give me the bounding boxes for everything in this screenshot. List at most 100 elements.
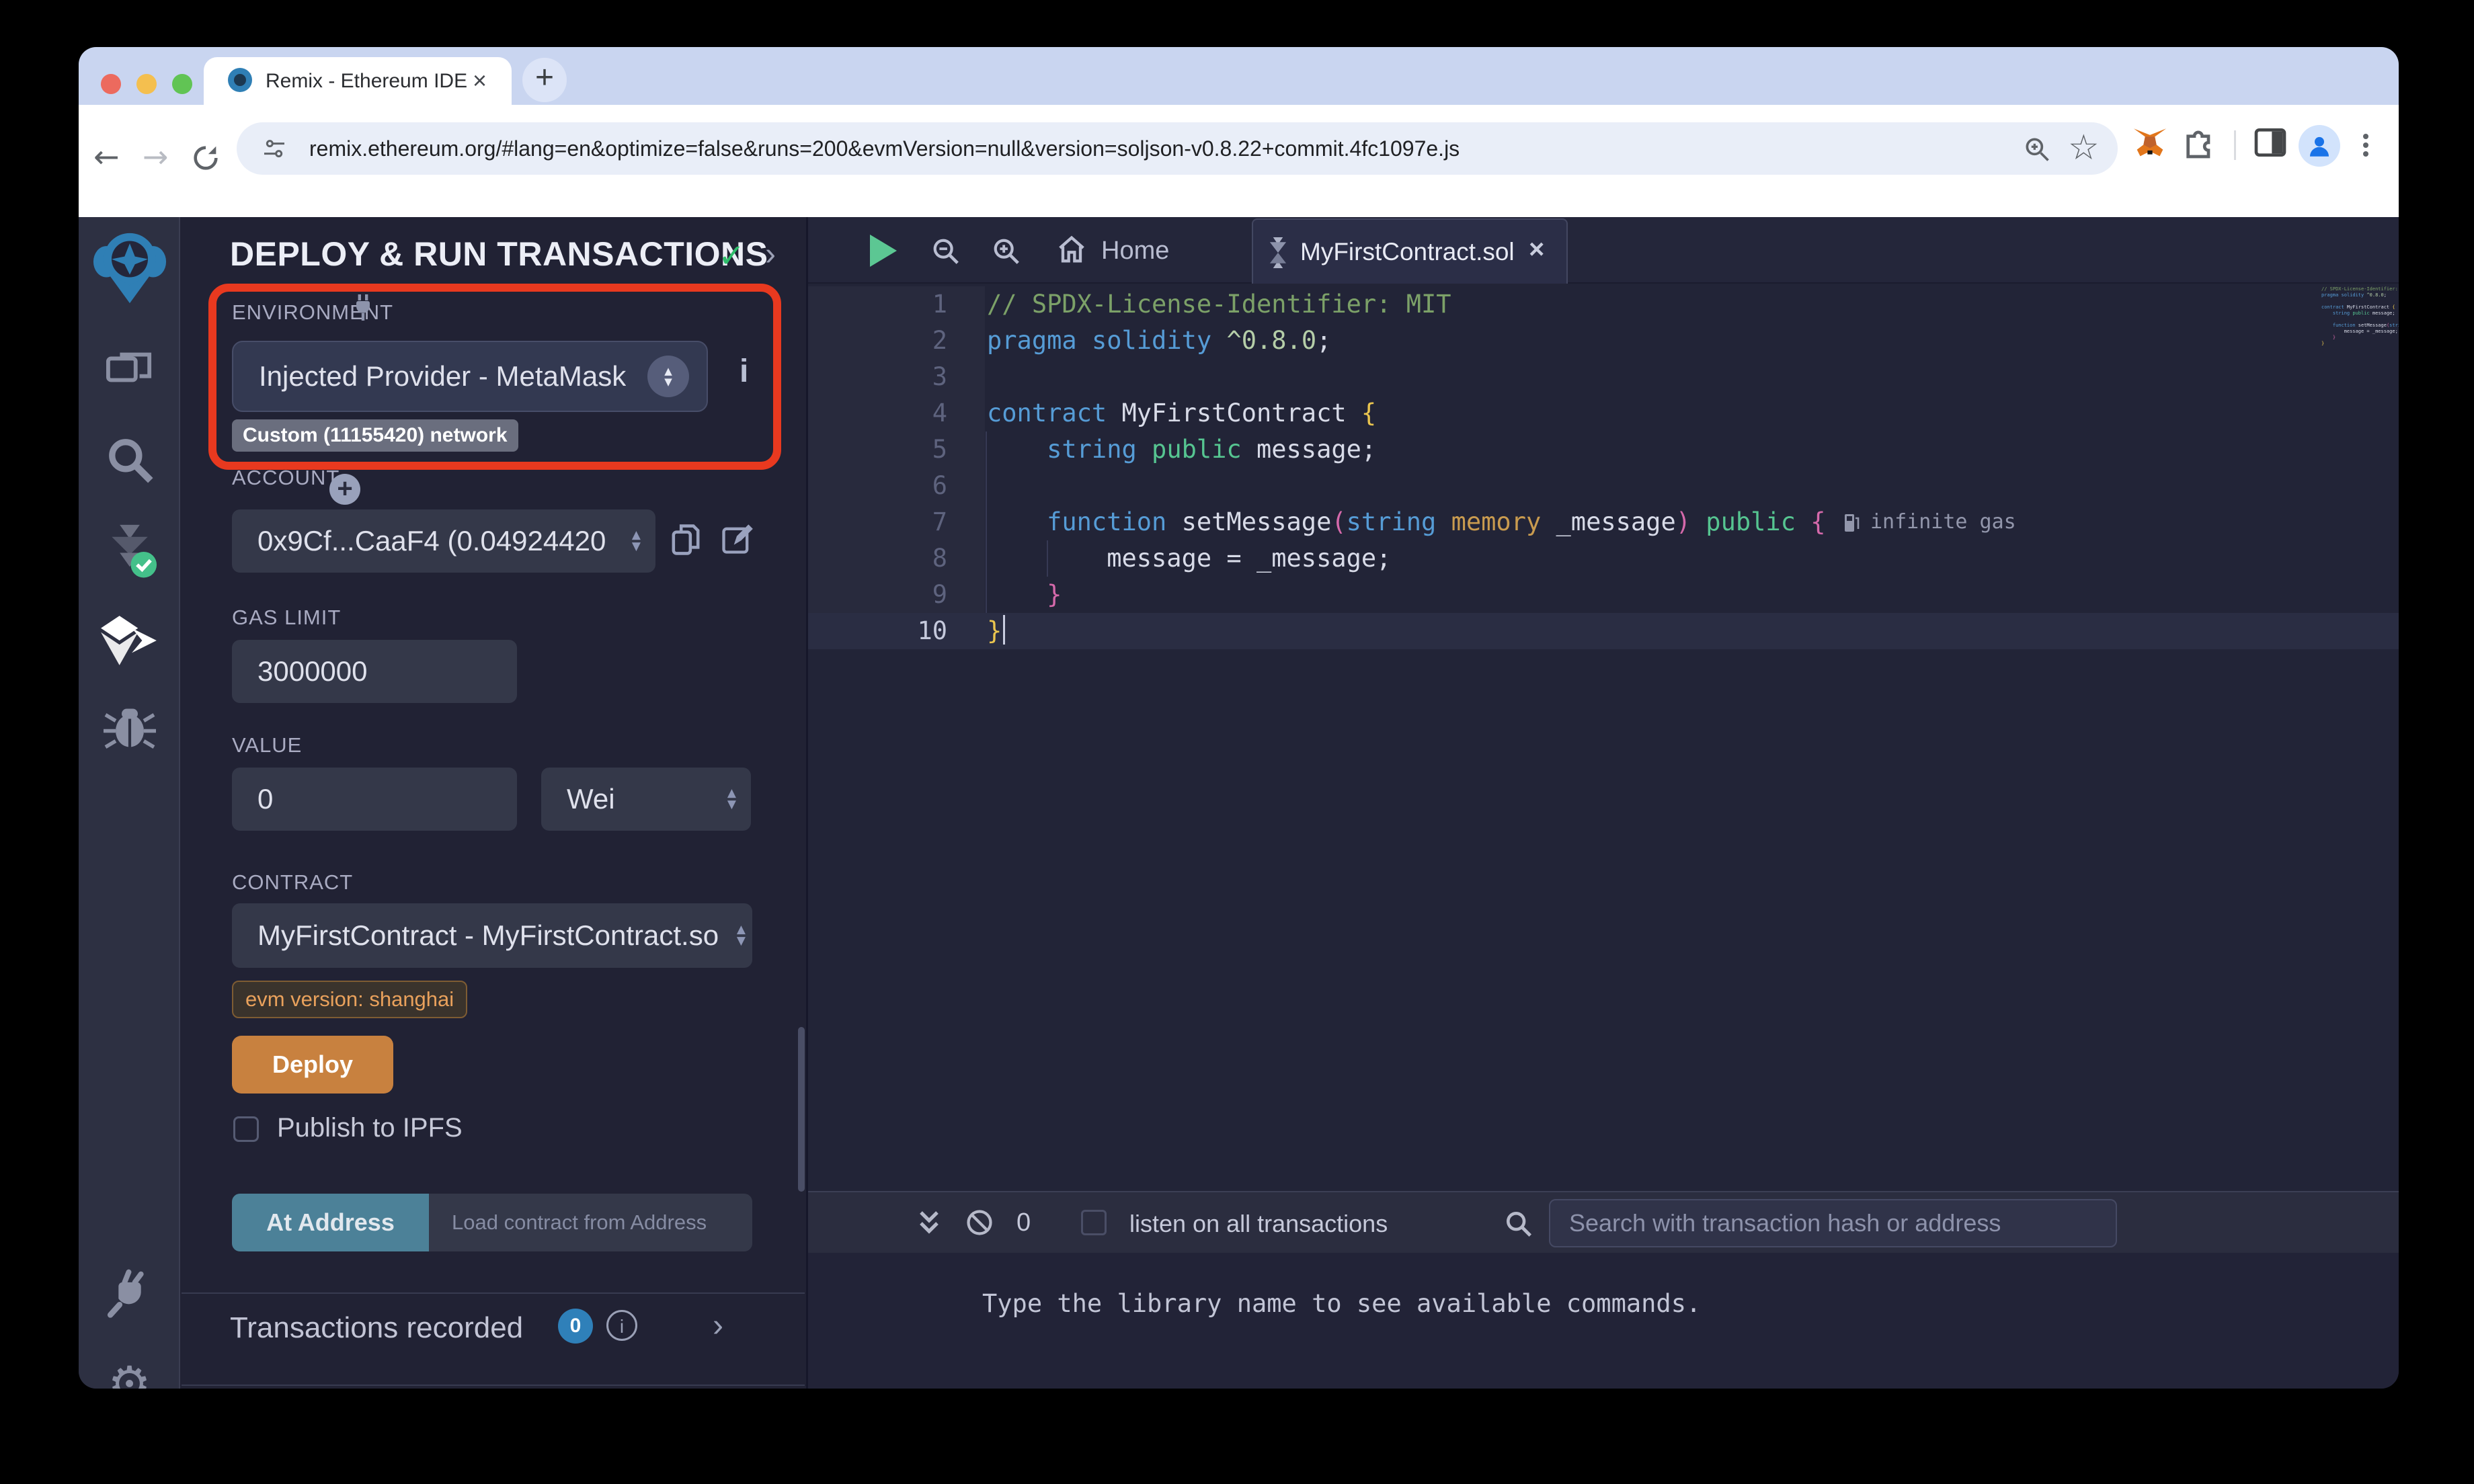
metamask-extension-icon[interactable] [2130,124,2169,163]
contract-select[interactable]: MyFirstContract - MyFirstContract.so ▲▼ [232,903,752,968]
line-number: 3 [808,359,985,395]
environment-spinner-icon[interactable]: ▲▼ [647,356,689,397]
file-explorer-icon[interactable] [79,345,180,392]
value-unit-select[interactable]: Wei ▲▼ [541,768,751,831]
code-line[interactable]: 9 } [808,577,2399,613]
tab-file[interactable]: MyFirstContract.sol × [1252,218,1568,284]
settings-gear-icon[interactable]: ⚙ [79,1356,180,1389]
solidity-compiler-icon[interactable] [79,521,180,579]
transactions-expand-icon[interactable]: › [713,1307,723,1344]
tab-close-icon[interactable]: × [473,67,487,95]
profile-avatar[interactable] [2299,125,2340,167]
code-line[interactable]: 2pragma solidity ^0.8.0; [808,323,2399,359]
zoom-out-icon[interactable] [930,236,961,267]
indent-guide [986,431,987,613]
environment-select[interactable]: Injected Provider - MetaMask ▲▼ [232,341,708,412]
line-number: 7 [808,504,985,540]
clear-console-icon[interactable] [964,1207,995,1238]
chrome-menu-icon[interactable] [2363,130,2368,160]
terminal-search-icon [1503,1208,1534,1239]
minimap[interactable]: // SPDX-License-Identifier: MITpragma so… [2321,286,2399,367]
value-unit: Wei [567,783,615,815]
traffic-zoom-button[interactable] [172,74,192,94]
remix-app: ⚙ DEPLOY & RUN TRANSACTIONS ✓ › ENVIRONM… [79,217,2399,1389]
at-address-button[interactable]: At Address [232,1194,429,1251]
terminal-search-input[interactable]: Search with transaction hash or address [1549,1199,2117,1247]
zoom-page-icon[interactable] [2022,134,2052,164]
gas-limit-value: 3000000 [257,655,368,688]
code-line[interactable]: 4contract MyFirstContract { [808,395,2399,431]
code-line[interactable]: 3 [808,359,2399,395]
gas-limit-input[interactable]: 3000000 [232,640,517,703]
back-button[interactable]: ← [93,138,120,175]
publish-ipfs-checkbox[interactable] [233,1116,259,1142]
code-line[interactable]: 10} [808,613,2399,649]
code-line[interactable]: 5 string public message; [808,431,2399,468]
side-panel-scrollbar[interactable] [798,1027,805,1192]
publish-ipfs-label: Publish to IPFS [277,1113,463,1143]
line-number: 8 [808,540,985,577]
deploy-run-panel: DEPLOY & RUN TRANSACTIONS ✓ › ENVIRONMEN… [182,217,805,1389]
at-address-input[interactable]: Load contract from Address [429,1194,752,1251]
remix-favicon-icon [228,68,252,92]
deploy-run-icon[interactable] [79,614,180,667]
gas-limit-label: GAS LIMIT [232,606,341,630]
tab-home-label[interactable]: Home [1101,237,1169,265]
side-panel-icon[interactable] [2251,124,2289,161]
new-tab-button[interactable]: + [522,58,567,102]
url-bar[interactable]: remix.ethereum.org/#lang=en&optimize=fal… [237,122,2118,175]
line-number: 6 [808,468,985,504]
environment-info-icon[interactable]: i [740,353,748,390]
editor-tab-bar: Home MyFirstContract.sol × [808,217,2399,284]
site-settings-icon[interactable] [261,136,288,163]
remix-logo-icon[interactable] [79,231,180,306]
code-line[interactable]: 1// SPDX-License-Identifier: MIT [808,286,2399,323]
transactions-info-icon[interactable]: i [606,1310,637,1341]
tab-close-icon[interactable]: × [1529,235,1544,265]
pending-tx-count: 0 [1016,1208,1031,1237]
value-input[interactable]: 0 [232,768,517,831]
run-script-icon[interactable] [870,235,897,267]
line-number: 2 [808,323,985,359]
account-value: 0x9Cf...CaaF4 (0.04924420 [257,525,606,557]
text-cursor [1003,615,1005,645]
panel-expand-icon[interactable]: › [765,236,776,273]
deploy-button[interactable]: Deploy [232,1036,393,1094]
listen-label: listen on all transactions [1129,1210,1388,1238]
browser-toolbar: ← → remix.ethereum.org/#lang=en&optimize… [79,105,2399,217]
terminal-prompt[interactable]: > [923,1380,941,1389]
collapse-terminal-icon[interactable] [916,1208,943,1238]
line-number: 10 [808,613,985,649]
traffic-minimize-button[interactable] [136,74,157,94]
debugger-bug-icon[interactable] [79,702,180,753]
account-label: ACCOUNT [232,466,340,490]
panel-divider [182,1385,805,1386]
edit-account-icon[interactable] [719,521,754,557]
environment-value: Injected Provider - MetaMask [259,360,626,393]
plugin-manager-icon[interactable] [79,1266,180,1319]
code-area[interactable]: 1// SPDX-License-Identifier: MIT2pragma … [808,286,2399,649]
extensions-puzzle-icon[interactable] [2180,124,2218,161]
traffic-close-button[interactable] [101,74,121,94]
code-line[interactable]: 7 function setMessage(string memory _mes… [808,504,2399,540]
account-select[interactable]: 0x9Cf...CaaF4 (0.04924420 ▲▼ [232,509,655,573]
bookmark-star-icon[interactable]: ☆ [2068,128,2100,168]
browser-tab[interactable]: Remix - Ethereum IDE × [204,57,512,105]
contract-value: MyFirstContract - MyFirstContract.so [257,919,719,952]
terminal-message: Type the library name to see available c… [982,1289,1701,1318]
zoom-in-icon[interactable] [991,236,1022,267]
forward-button[interactable]: → [143,138,169,175]
reload-button[interactable] [190,142,221,173]
line-number: 5 [808,431,985,468]
search-icon[interactable] [79,435,180,485]
copy-account-icon[interactable] [669,521,703,559]
listen-checkbox[interactable] [1081,1210,1107,1235]
tab-home[interactable] [1054,232,1089,267]
url-text[interactable]: remix.ethereum.org/#lang=en&optimize=fal… [309,136,1460,161]
transactions-count-badge: 0 [558,1309,593,1344]
add-account-icon[interactable]: + [329,474,360,505]
panel-title: DEPLOY & RUN TRANSACTIONS [230,235,768,274]
indent-guide [1047,540,1048,577]
line-number: 1 [808,286,985,323]
code-line[interactable]: 6 [808,468,2399,504]
